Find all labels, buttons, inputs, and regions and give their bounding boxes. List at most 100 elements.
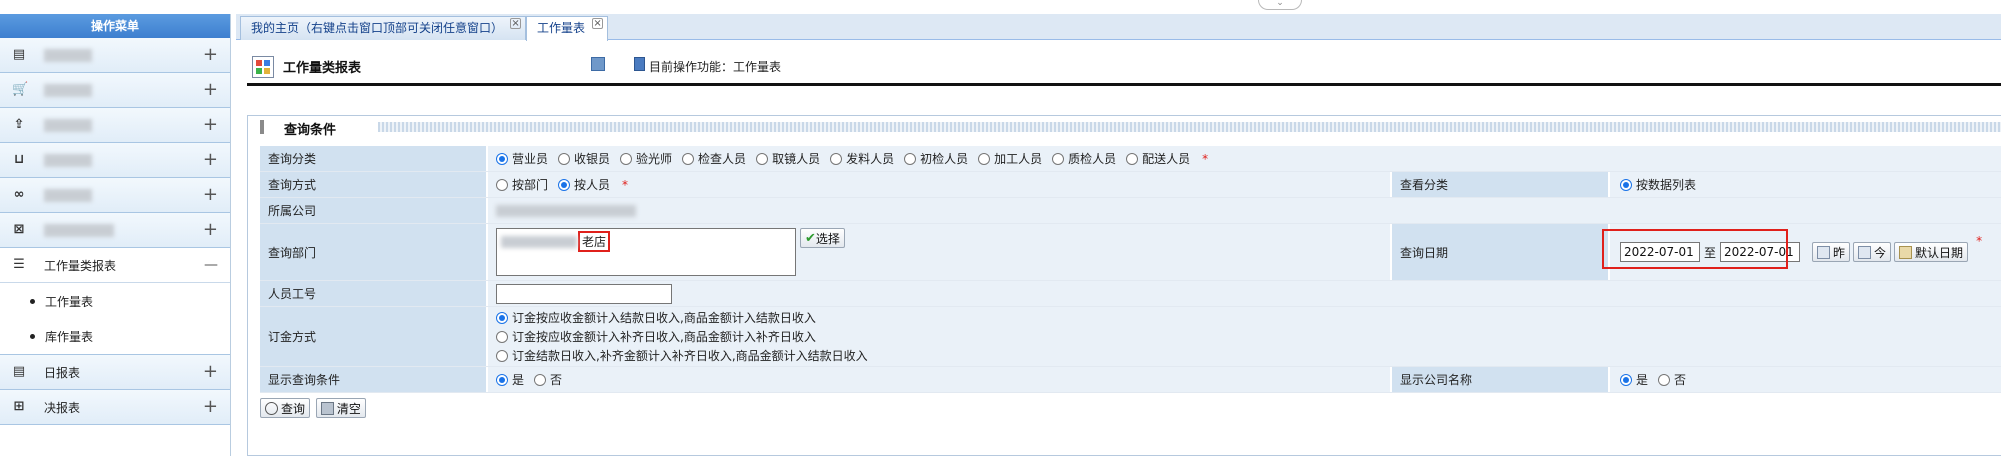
query-form: 查询分类 营业员 收银员 验光师 检查人员 取镜人员 发料人员 初检人员 加工人… <box>260 146 2001 423</box>
magnifier-icon <box>265 401 278 415</box>
radio-processing-staff[interactable]: 加工人员 <box>978 150 1042 167</box>
row-employee-id: 人员工号 <box>260 281 2001 307</box>
tab-bar: 我的主页（右键点击窗口顶部可关闭任意窗口） × 工作量表 × <box>236 14 2001 41</box>
close-icon[interactable]: × <box>592 18 604 29</box>
infinity-icon: ∞ <box>13 187 25 202</box>
sidebar-item-decision-reports[interactable]: ⊞ 决报表 + <box>0 390 230 425</box>
basket-icon: ⊔ <box>13 152 25 167</box>
field-label: 查询分类 <box>260 146 488 171</box>
blurred-company <box>496 204 636 217</box>
export-icon: ⇪ <box>13 117 25 132</box>
show-company-radios: 是 否 <box>1610 367 2001 392</box>
expand-icon[interactable]: + <box>203 46 218 64</box>
sidebar-item-label: 日报表 <box>44 365 81 380</box>
tab-workload[interactable]: 工作量表 × <box>526 16 609 41</box>
current-function-label: 目前操作功能：工作量表 <box>649 60 782 74</box>
tab-label: 我的主页（右键点击窗口顶部可关闭任意窗口） <box>251 21 504 35</box>
sidebar-subitem-label: 库作量表 <box>45 330 94 344</box>
radio-material-staff[interactable]: 发料人员 <box>830 150 894 167</box>
bullet-icon <box>30 334 35 339</box>
book-icon <box>634 57 645 71</box>
radio-show-query-yes[interactable]: 是 <box>496 371 524 388</box>
blurred-label <box>44 224 114 237</box>
radio-deposit-option-3[interactable]: 订金结款日收入,补齐金额计入补齐日收入,商品金额计入结款日收入 <box>496 347 868 364</box>
sidebar-subitem-workload[interactable]: 工作量表 <box>0 283 230 319</box>
report-list-icon: ☰ <box>13 257 25 272</box>
sidebar: 操作菜单 ▤ + 🛒 + ⇪ + ⊔ + ∞ + ⊠ + ☰ 工作量类报表 — … <box>0 14 231 456</box>
sidebar-subitem-stock-workload[interactable]: 库作量表 <box>0 319 230 355</box>
board-icon: ⊞ <box>13 399 25 414</box>
radio-show-company-yes[interactable]: 是 <box>1620 371 1648 388</box>
field-label: 查询部门 <box>260 224 488 280</box>
expand-icon[interactable]: + <box>203 151 218 169</box>
field-label: 订金方式 <box>260 307 488 366</box>
default-date-button[interactable]: 默认日期 <box>1894 242 1969 262</box>
expand-icon[interactable]: + <box>203 363 218 381</box>
sidebar-item-1[interactable]: ▤ + <box>0 38 230 73</box>
sidebar-item-2[interactable]: 🛒 + <box>0 73 230 108</box>
eraser-icon <box>320 401 334 415</box>
sidebar-item-label: 决报表 <box>44 400 81 415</box>
query-button[interactable]: 查询 <box>260 398 311 418</box>
query-panel: 查询条件 查询分类 营业员 收银员 验光师 检查人员 取镜人员 发料人员 初检人… <box>247 115 2001 456</box>
radio-initial-inspector[interactable]: 初检人员 <box>904 150 968 167</box>
radio-delivery-staff[interactable]: 配送人员 <box>1126 150 1190 167</box>
row-display-options: 显示查询条件 是 否 显示公司名称 是 否 <box>260 367 2001 393</box>
sidebar-item-4[interactable]: ⊔ + <box>0 143 230 178</box>
expand-icon[interactable]: + <box>203 221 218 239</box>
title-marker-icon <box>260 120 264 134</box>
employee-id-value <box>488 281 2001 306</box>
radio-by-person[interactable]: 按人员 <box>558 176 610 193</box>
required-mark: * <box>622 177 629 192</box>
close-icon[interactable]: × <box>510 18 522 29</box>
row-deposit-method: 订金方式 订金按应收金额计入结款日收入,商品金额计入结款日收入 订金按应收金额计… <box>260 307 2001 367</box>
view-category-radios: 按数据列表 <box>1610 172 2001 197</box>
action-bar: 查询 清空 <box>260 393 2001 423</box>
radio-qc-staff[interactable]: 质检人员 <box>1052 150 1116 167</box>
calendar-icon <box>1899 245 1913 259</box>
clear-button[interactable]: 清空 <box>315 398 366 418</box>
check-icon: ✔ <box>805 230 816 246</box>
sidebar-item-label: 工作量类报表 <box>44 258 117 273</box>
cart-icon: 🛒 <box>12 82 29 97</box>
radio-optometrist[interactable]: 验光师 <box>620 150 672 167</box>
today-button[interactable]: 今 <box>1853 242 1892 262</box>
blurred-label <box>44 119 92 132</box>
panel-title: 查询条件 <box>284 123 337 138</box>
collapse-icon[interactable]: — <box>204 256 218 274</box>
radio-cashier[interactable]: 收银员 <box>558 150 610 167</box>
expand-icon[interactable]: + <box>203 186 218 204</box>
calendar-icon <box>1817 245 1831 259</box>
top-collapse-handle[interactable]: ⌄ <box>1258 0 1302 10</box>
sidebar-item-workload-reports[interactable]: ☰ 工作量类报表 — <box>0 248 230 283</box>
field-label: 查询方式 <box>260 172 488 197</box>
radio-pickup-staff[interactable]: 取镜人员 <box>756 150 820 167</box>
radio-deposit-option-1[interactable]: 订金按应收金额计入结款日收入,商品金额计入结款日收入 <box>496 309 816 326</box>
radio-inspector[interactable]: 检查人员 <box>682 150 746 167</box>
sidebar-item-daily-reports[interactable]: ▤ 日报表 + <box>0 355 230 390</box>
radio-data-list[interactable]: 按数据列表 <box>1620 176 1696 193</box>
box-icon: ⊠ <box>13 222 25 237</box>
tab-home[interactable]: 我的主页（右键点击窗口顶部可关闭任意窗口） × <box>240 16 527 40</box>
sidebar-header: 操作菜单 <box>0 14 230 38</box>
copy-icon[interactable] <box>591 57 605 71</box>
expand-icon[interactable]: + <box>203 116 218 134</box>
sidebar-item-5[interactable]: ∞ + <box>0 178 230 213</box>
blurred-label <box>44 49 92 62</box>
radio-by-department[interactable]: 按部门 <box>496 176 548 193</box>
department-textarea[interactable]: 老店 <box>496 228 796 276</box>
sidebar-item-3[interactable]: ⇪ + <box>0 108 230 143</box>
radio-deposit-option-2[interactable]: 订金按应收金额计入补齐日收入,商品金额计入补齐日收入 <box>496 328 816 345</box>
sidebar-subitem-label: 工作量表 <box>45 294 94 309</box>
radio-show-query-no[interactable]: 否 <box>534 371 562 388</box>
doc-icon: ▤ <box>12 364 26 379</box>
yesterday-button[interactable]: 昨 <box>1812 242 1851 262</box>
expand-icon[interactable]: + <box>203 398 218 416</box>
select-department-button[interactable]: ✔ 选择 <box>800 228 845 248</box>
employee-id-input[interactable] <box>496 283 672 304</box>
expand-icon[interactable]: + <box>203 81 218 99</box>
sidebar-item-6[interactable]: ⊠ + <box>0 213 230 248</box>
radio-salesperson[interactable]: 营业员 <box>496 150 548 167</box>
field-label: 所属公司 <box>260 198 488 223</box>
radio-show-company-no[interactable]: 否 <box>1658 371 1686 388</box>
